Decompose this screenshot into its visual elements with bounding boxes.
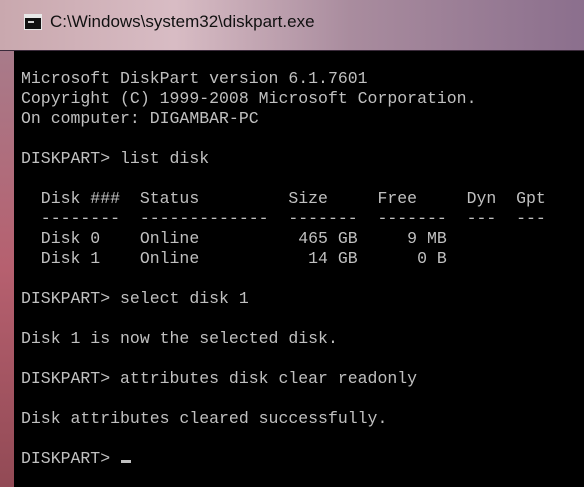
- console-line: DISKPART> attributes disk clear readonly: [21, 369, 418, 388]
- diskpart-window: C:\Windows\system32\diskpart.exe Microso…: [0, 0, 584, 487]
- console-line: Disk 1 is now the selected disk.: [21, 329, 338, 348]
- console-line: Copyright (C) 1999-2008 Microsoft Corpor…: [21, 89, 477, 108]
- window-frame-left: [0, 51, 14, 487]
- console-output: Microsoft DiskPart version 6.1.7601 Copy…: [21, 69, 546, 469]
- console-line: Microsoft DiskPart version 6.1.7601: [21, 69, 368, 88]
- console-icon[interactable]: [24, 14, 42, 30]
- console-prompt: DISKPART>: [21, 449, 121, 468]
- console-line: On computer: DIGAMBAR-PC: [21, 109, 259, 128]
- console-area[interactable]: Microsoft DiskPart version 6.1.7601 Copy…: [14, 51, 584, 487]
- console-line: DISKPART> select disk 1: [21, 289, 249, 308]
- console-line: Disk attributes cleared successfully.: [21, 409, 388, 428]
- window-title: C:\Windows\system32\diskpart.exe: [50, 12, 315, 31]
- text-cursor: [121, 460, 132, 463]
- console-line: -------- ------------- ------- ------- -…: [40, 209, 546, 228]
- console-line: DISKPART> list disk: [21, 149, 210, 168]
- console-lines: Microsoft DiskPart version 6.1.7601 Copy…: [21, 69, 546, 428]
- console-line: Disk ### Status Size Free Dyn Gpt: [40, 189, 546, 208]
- title-bar[interactable]: C:\Windows\system32\diskpart.exe: [0, 0, 584, 51]
- console-line: Disk 0 Online 465 GB 9 MB: [40, 229, 447, 248]
- console-line: Disk 1 Online 14 GB 0 B: [40, 249, 447, 268]
